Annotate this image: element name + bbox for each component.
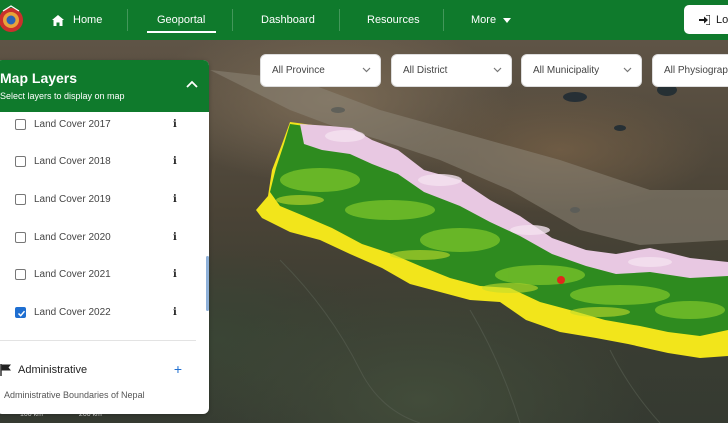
- group-label: Administrative: [18, 364, 88, 376]
- checkmark-icon: [17, 310, 26, 317]
- district-select[interactable]: All District: [391, 54, 512, 87]
- layer-list: Land Cover 2017 i Land Cover 2018 i Land…: [0, 112, 209, 414]
- layer-item[interactable]: Land Cover 2020 i: [0, 225, 196, 249]
- chevron-down-icon: [623, 67, 632, 73]
- login-button[interactable]: Lo: [684, 5, 728, 34]
- nav-dashboard-label: Dashboard: [261, 14, 315, 26]
- nav-more-dropdown[interactable]: More: [471, 0, 512, 40]
- municipality-select[interactable]: All Municipality: [521, 54, 642, 87]
- active-tab-indicator: [147, 31, 216, 33]
- province-select-value: All Province: [272, 65, 325, 76]
- layer-checkbox[interactable]: [15, 193, 26, 205]
- home-icon: [52, 14, 64, 26]
- layer-label: Land Cover 2019: [34, 193, 111, 205]
- map-layers-panel: Map Layers Select layers to display on m…: [0, 60, 209, 414]
- nav-divider: [443, 9, 444, 31]
- layer-label: Land Cover 2017: [34, 118, 111, 130]
- nav-home-label: Home: [73, 14, 103, 26]
- layer-item[interactable]: Land Cover 2017 i: [0, 112, 196, 136]
- layer-item[interactable]: Land Cover 2019 i: [0, 187, 196, 211]
- divider: [0, 340, 196, 341]
- nav-more-label: More: [471, 14, 497, 26]
- info-icon[interactable]: i: [173, 232, 177, 243]
- info-icon[interactable]: i: [173, 307, 177, 318]
- nav-geoportal-label: Geoportal: [157, 14, 206, 26]
- layer-checkbox[interactable]: [15, 231, 26, 243]
- nav-geoportal[interactable]: Geoportal: [157, 0, 205, 40]
- municipality-select-value: All Municipality: [533, 65, 600, 76]
- layer-item[interactable]: Land Cover 2021 i: [0, 262, 196, 286]
- nav-divider: [339, 9, 340, 31]
- add-layer-button[interactable]: +: [170, 361, 186, 377]
- caret-down-icon: [503, 17, 512, 23]
- nav-dashboard[interactable]: Dashboard: [261, 0, 315, 40]
- panel-scrollbar[interactable]: [206, 256, 209, 311]
- nepal-emblem-logo[interactable]: [0, 3, 26, 37]
- flag-icon: [0, 364, 11, 376]
- layer-item[interactable]: Land Cover 2018 i: [0, 149, 196, 173]
- chevron-down-icon: [493, 67, 502, 73]
- layer-label: Land Cover 2022: [34, 306, 111, 318]
- layer-label: Land Cover 2021: [34, 268, 111, 280]
- nav-divider: [232, 9, 233, 31]
- nav-home[interactable]: Home: [52, 0, 102, 40]
- physiographic-select[interactable]: All Physiograph: [652, 54, 728, 87]
- panel-subtitle: Select layers to display on map: [0, 91, 125, 101]
- panel-header: Map Layers Select layers to display on m…: [0, 60, 209, 112]
- chevron-up-icon[interactable]: [186, 80, 198, 88]
- layer-label: Land Cover 2020: [34, 231, 111, 243]
- panel-title: Map Layers: [0, 70, 78, 86]
- group-administrative[interactable]: Administrative +: [0, 361, 196, 380]
- chevron-down-icon: [362, 67, 371, 73]
- login-icon: [699, 14, 710, 25]
- info-icon[interactable]: i: [173, 269, 177, 280]
- info-icon[interactable]: i: [173, 156, 177, 167]
- physiographic-select-value: All Physiograph: [664, 65, 728, 76]
- layer-checkbox[interactable]: [15, 118, 26, 130]
- layer-checkbox[interactable]: [15, 155, 26, 167]
- group-description: Administrative Boundaries of Nepal: [4, 390, 145, 400]
- layer-label: Land Cover 2018: [34, 155, 111, 167]
- info-icon[interactable]: i: [173, 119, 177, 130]
- layer-checkbox-checked[interactable]: [15, 306, 26, 318]
- layer-checkbox[interactable]: [15, 268, 26, 280]
- nav-resources[interactable]: Resources: [367, 0, 420, 40]
- top-navbar: Home Geoportal Dashboard Resources More …: [0, 0, 728, 40]
- nav-divider: [127, 9, 128, 31]
- info-icon[interactable]: i: [173, 194, 177, 205]
- province-select[interactable]: All Province: [260, 54, 381, 87]
- layer-item[interactable]: Land Cover 2022 i: [0, 300, 196, 324]
- district-select-value: All District: [403, 65, 448, 76]
- nav-resources-label: Resources: [367, 14, 420, 26]
- login-label: Lo: [716, 13, 728, 26]
